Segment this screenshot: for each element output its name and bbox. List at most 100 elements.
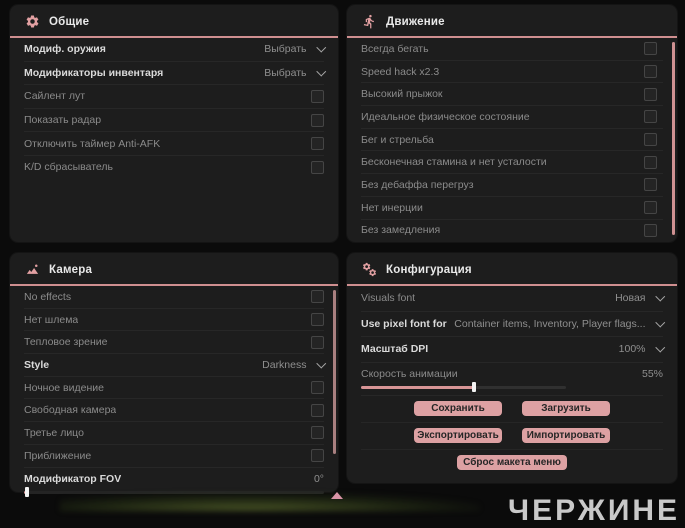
gear-icon <box>25 14 40 29</box>
slider-fill <box>24 487 29 497</box>
setting-row: Тепловое зрение <box>24 331 324 355</box>
scrollbar[interactable] <box>333 290 336 454</box>
checkbox[interactable] <box>311 335 324 349</box>
setting-row: Use pixel font for Container items, Inve… <box>361 312 665 337</box>
setting-label: Speed hack x2.3 <box>361 65 440 78</box>
setting-row: Высокий прыжок <box>361 83 663 107</box>
panel-title: Конфигурация <box>386 263 472 276</box>
load-button[interactable]: Загрузить <box>522 401 610 416</box>
setting-row: Без дебаффа перегруз <box>361 174 663 197</box>
dropdown[interactable]: 100% <box>618 342 665 356</box>
setting-row: Нет шлема <box>24 309 324 332</box>
checkbox[interactable] <box>311 137 324 151</box>
slider-value: 55% <box>641 368 663 380</box>
chevron-down-icon <box>316 42 326 52</box>
setting-row: Модиф. оружия Выбрать <box>24 38 326 62</box>
setting-row: Сайлент лут <box>24 85 324 109</box>
setting-label: Модификаторы инвентаря <box>24 66 164 79</box>
animation-speed-track[interactable] <box>361 382 566 392</box>
setting-label: Style <box>24 358 50 371</box>
setting-label: Без дебаффа перегруз <box>361 178 474 191</box>
dropdown[interactable]: Darkness <box>262 358 326 371</box>
checkbox[interactable] <box>644 155 657 169</box>
setting-label: Бег и стрельба <box>361 133 434 146</box>
dropdown-value: Новая <box>615 292 646 305</box>
slider-thumb[interactable] <box>25 487 29 497</box>
checkbox[interactable] <box>644 133 657 147</box>
save-button[interactable]: Сохранить <box>414 401 502 416</box>
setting-row: Всегда бегать <box>361 38 663 61</box>
dropdown-value: Выбрать <box>264 66 307 79</box>
setting-label: Тепловое зрение <box>24 336 108 349</box>
setting-row: Нет инерции <box>361 197 663 220</box>
reset-menu-layout-button[interactable]: Сброс макета меню <box>457 455 567 470</box>
watermark-text: ЧЕРЖИНЕ <box>508 494 681 527</box>
checkbox[interactable] <box>311 381 324 395</box>
pink-triangle-logo <box>331 492 343 499</box>
panel-config-header: Конфигурация <box>347 253 677 286</box>
setting-row: Без замедления <box>361 220 663 242</box>
gears-icon <box>362 262 377 277</box>
dropdown[interactable]: Новая <box>615 291 665 305</box>
chevron-down-icon <box>316 66 326 76</box>
setting-row: Модификаторы инвентаря Выбрать <box>24 62 326 86</box>
dropdown[interactable]: Container items, Inventory, Player flags… <box>454 317 665 330</box>
setting-label: Масштаб DPI <box>361 343 429 356</box>
setting-label: Visuals font <box>361 292 416 305</box>
checkbox[interactable] <box>644 178 657 192</box>
panel-title: Камера <box>49 263 93 276</box>
import-button[interactable]: Импортировать <box>522 428 610 443</box>
setting-row: Третье лицо <box>24 422 324 445</box>
slider-thumb[interactable] <box>471 382 476 392</box>
setting-label: Всегда бегать <box>361 42 429 55</box>
slider-fill <box>361 382 476 392</box>
setting-label: Use pixel font for <box>361 317 447 330</box>
dropdown-value: Выбрать <box>264 43 307 56</box>
setting-label: Модификатор FOV <box>24 473 122 485</box>
setting-label: Высокий прыжок <box>361 88 443 101</box>
setting-row: Visuals font Новая <box>361 286 665 312</box>
checkbox[interactable] <box>311 426 324 440</box>
checkbox[interactable] <box>644 42 657 56</box>
checkbox[interactable] <box>644 201 657 215</box>
export-button[interactable]: Экспортировать <box>414 428 502 443</box>
checkbox[interactable] <box>644 65 657 79</box>
chevron-down-icon <box>655 317 665 327</box>
checkbox[interactable] <box>311 449 324 463</box>
setting-row: Приближение <box>24 445 324 468</box>
chevron-down-icon <box>655 291 665 301</box>
checkbox[interactable] <box>644 223 657 237</box>
dropdown[interactable]: Выбрать <box>264 42 326 56</box>
dropdown[interactable]: Выбрать <box>264 66 326 79</box>
checkbox[interactable] <box>644 87 657 101</box>
setting-label: Нет инерции <box>361 201 423 214</box>
setting-row: Показать радар <box>24 109 324 133</box>
setting-label: Показать радар <box>24 114 102 127</box>
image-icon <box>25 262 40 277</box>
checkbox[interactable] <box>311 290 324 304</box>
setting-row: Бег и стрельба <box>361 129 663 152</box>
dropdown-value: 100% <box>618 343 646 356</box>
setting-label: Бесконечная стамина и нет усталости <box>361 156 547 169</box>
setting-label: Сайлент лут <box>24 90 86 103</box>
checkbox[interactable] <box>311 89 324 103</box>
fov-slider-row: Модификатор FOV 0° <box>24 468 324 497</box>
chevron-down-icon <box>316 358 326 368</box>
checkbox[interactable] <box>644 110 657 124</box>
dropdown-value: Darkness <box>262 358 307 371</box>
setting-label: Свободная камера <box>24 404 117 417</box>
panel-movement: Движение Всегда бегать Speed hack x2.3 В… <box>347 5 677 242</box>
scrollbar[interactable] <box>672 42 675 235</box>
setting-label: No effects <box>24 290 72 303</box>
setting-row: Бесконечная стамина и нет усталости <box>361 151 663 175</box>
panel-general: Общие Модиф. оружия Выбрать Модификаторы… <box>10 5 338 242</box>
setting-row: Отключить таймер Anti-AFK <box>24 132 324 156</box>
button-row: Сохранить Загрузить <box>361 396 663 423</box>
setting-row: No effects <box>24 286 324 309</box>
checkbox[interactable] <box>311 313 324 327</box>
button-row: Экспортировать Импортировать <box>361 423 663 450</box>
checkbox[interactable] <box>311 113 324 127</box>
checkbox[interactable] <box>311 403 324 417</box>
setting-row: Ночное видение <box>24 377 324 400</box>
checkbox[interactable] <box>311 160 324 174</box>
